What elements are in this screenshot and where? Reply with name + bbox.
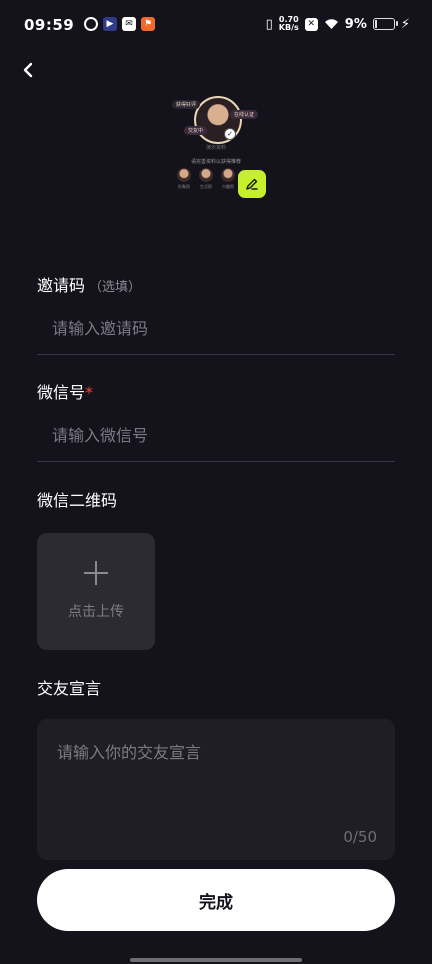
wechat-id-input[interactable] [37, 417, 395, 453]
vibrate-icon: ▯ [265, 16, 273, 32]
thumb-label: 生活照 [200, 184, 212, 189]
thumb-image [221, 168, 235, 182]
invite-code-label-text: 邀请码 [37, 276, 86, 295]
status-right: ▯ 0.70 KB/s ✕ 9% ⚡ [266, 16, 410, 32]
edit-profile-button[interactable] [238, 170, 266, 198]
back-button[interactable] [14, 56, 42, 84]
app-icon: ⚑ [141, 17, 155, 31]
home-indicator [130, 958, 302, 962]
declaration-box: 0/50 [37, 719, 395, 860]
sync-icon [84, 17, 98, 31]
status-time: 09:59 [24, 16, 75, 34]
invite-code-label: 邀请码 （选填） [37, 272, 141, 296]
profile-hint: 请完善资料以获得推荐 [190, 159, 241, 165]
upload-text: 点击上传 [68, 604, 124, 620]
photo-thumb[interactable]: 生活照 [198, 168, 214, 190]
verified-icon: ✓ [224, 128, 236, 140]
wechat-id-label: 微信号* [37, 379, 93, 403]
qrcode-upload-button[interactable]: 点击上传 [37, 533, 155, 650]
photo-thumbnails: 形象照 生活照 兴趣照 [176, 168, 236, 190]
done-button[interactable]: 完成 [37, 869, 395, 931]
wifi-icon [324, 19, 338, 29]
chevron-left-icon [23, 62, 33, 78]
thumb-image [177, 168, 191, 182]
battery-icon [372, 18, 398, 30]
required-mark: * [85, 383, 94, 402]
wechat-id-label-text: 微信号 [37, 383, 86, 402]
status-bar: 09:59 ▶ ✉ ⚑ ▯ 0.70 KB/s ✕ 9% ⚡ [0, 0, 432, 52]
thumb-label: 兴趣照 [222, 184, 234, 189]
profile-tag: 获得好评 [172, 100, 201, 109]
mail-icon: ✉ [122, 17, 136, 31]
divider [37, 354, 395, 355]
battery-percent: 9% [344, 16, 367, 32]
divider [37, 461, 395, 462]
charging-icon: ⚡ [400, 16, 410, 32]
profile-tag: 交友中 [184, 126, 208, 135]
net-speed-unit: KB/s [278, 23, 299, 32]
sim-icon: ✕ [304, 17, 318, 31]
profile-subtitle: 演示资料 [205, 145, 226, 151]
declaration-label: 交友宣言 [37, 679, 102, 698]
declaration-textarea[interactable] [55, 737, 379, 821]
profile-preview: ✓ 获得好评 交友中 在线认证 演示资料 请完善资料以获得推荐 形象照 生活照 … [0, 92, 432, 212]
photo-thumb[interactable]: 形象照 [176, 168, 192, 190]
net-speed: 0.70 KB/s [279, 16, 299, 32]
video-icon: ▶ [103, 17, 117, 31]
plus-icon [84, 561, 108, 585]
photo-thumb[interactable]: 兴趣照 [220, 168, 236, 190]
char-counter: 0/50 [343, 828, 377, 846]
status-app-icons: ▶ ✉ ⚑ [84, 17, 155, 31]
optional-hint: （选填） [89, 280, 142, 295]
profile-tag: 在线认证 [230, 110, 259, 119]
thumb-image [199, 168, 213, 182]
invite-code-input[interactable] [37, 310, 395, 346]
qrcode-label: 微信二维码 [37, 491, 118, 510]
thumb-label: 形象照 [178, 184, 190, 189]
pencil-icon [246, 178, 258, 190]
